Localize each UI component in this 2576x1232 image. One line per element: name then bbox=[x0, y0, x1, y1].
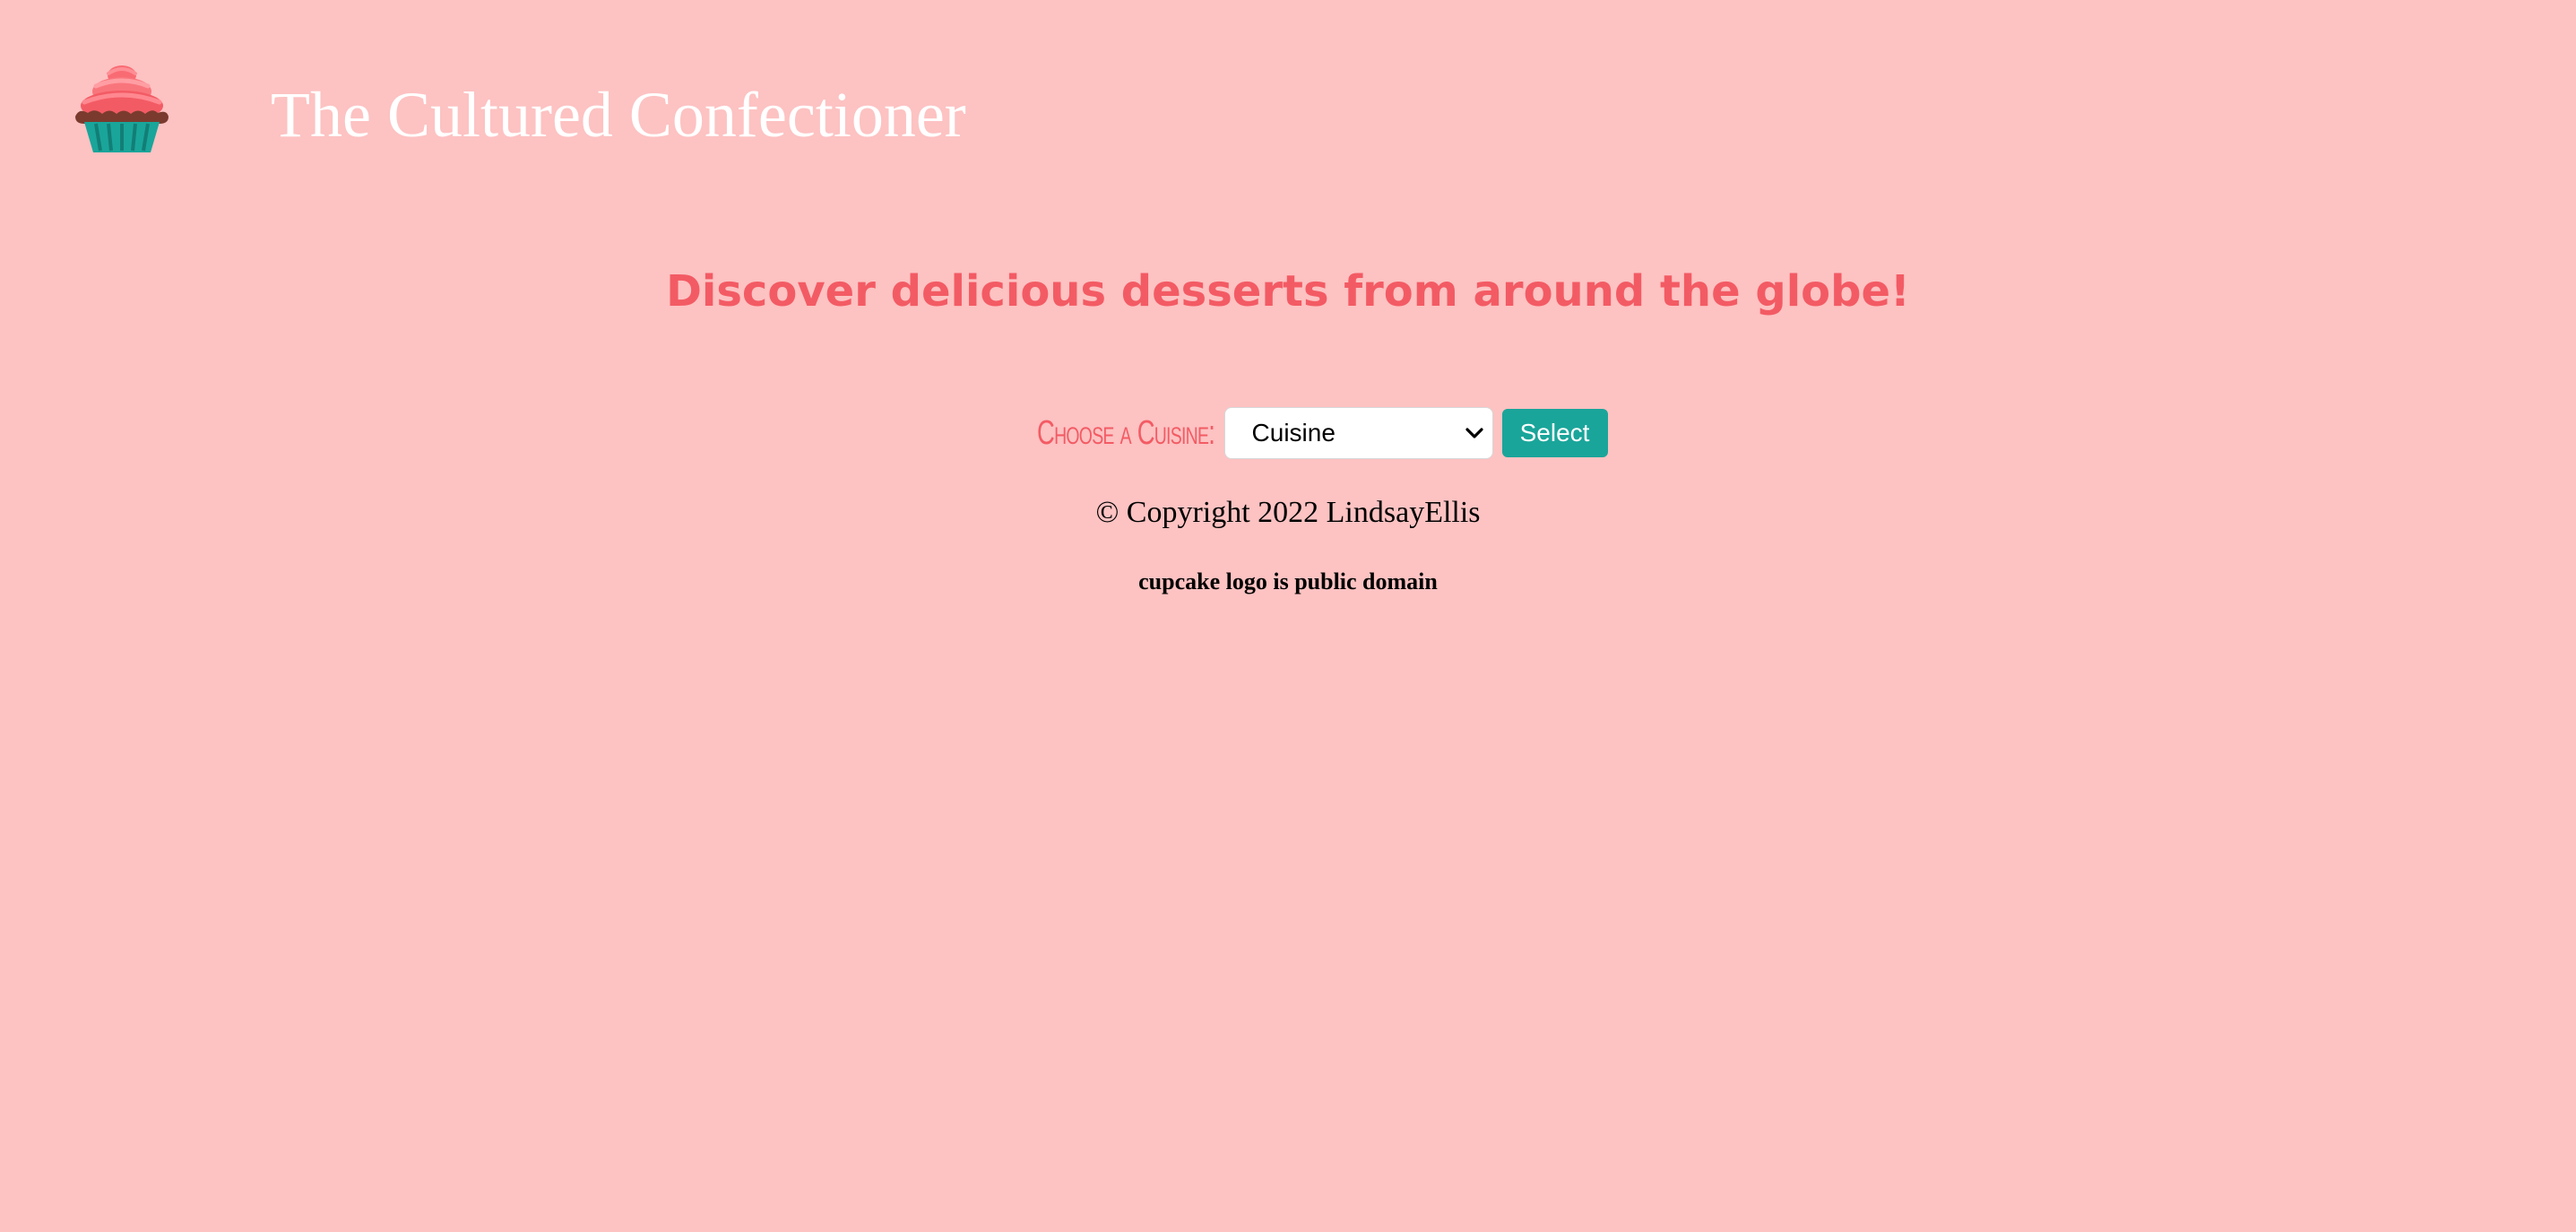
site-title: The Cultured Confectioner bbox=[271, 79, 966, 151]
select-button[interactable]: Select bbox=[1501, 409, 1608, 457]
cuisine-select-value: Cuisine bbox=[1251, 419, 1336, 447]
chevron-down-icon bbox=[1465, 428, 1483, 438]
site-header: The Cultured Confectioner bbox=[72, 54, 966, 161]
cuisine-label: Choose a Cuisine: bbox=[1037, 413, 1215, 452]
cuisine-select[interactable]: Cuisine bbox=[1223, 407, 1493, 459]
page-tagline: Discover delicious desserts from around … bbox=[666, 266, 1910, 317]
logo-credit: cupcake logo is public domain bbox=[1138, 568, 1438, 594]
copyright-text: © Copyright 2022 LindsayEllis bbox=[1095, 496, 1481, 529]
cuisine-form: Choose a Cuisine: Cuisine Select bbox=[0, 407, 2576, 459]
cupcake-icon[interactable] bbox=[72, 57, 172, 158]
